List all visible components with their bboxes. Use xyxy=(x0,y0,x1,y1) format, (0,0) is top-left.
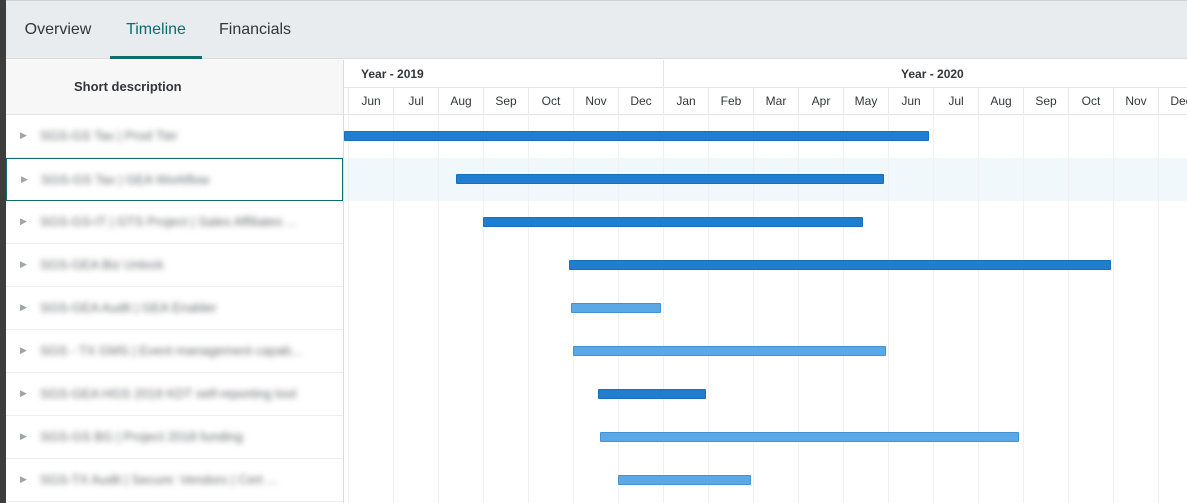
task-row-label: SGS - TX GMS | Event management capab... xyxy=(40,343,302,358)
year-label: Year - 2020 xyxy=(901,67,964,81)
expand-arrow-icon[interactable]: ▶ xyxy=(20,430,30,442)
task-row-label: SGS-TX Audit | Secure: Vendors | Cert ..… xyxy=(40,472,278,487)
tab-overview[interactable]: Overview xyxy=(24,1,92,59)
tab-timeline-label: Timeline xyxy=(126,21,186,38)
month-label: Jun xyxy=(348,88,393,115)
tab-overview-label: Overview xyxy=(24,21,92,38)
task-row[interactable]: ▶ SGS-GEA Audit | GEA Enabler xyxy=(6,287,343,330)
gantt-bar[interactable] xyxy=(570,303,661,313)
task-row[interactable]: ▶ SGS-TX Audit | Secure: Vendors | Cert .… xyxy=(6,459,343,502)
month-label: Dec xyxy=(1158,88,1187,115)
month-gridline xyxy=(438,115,439,503)
month-gridline xyxy=(348,115,349,503)
gantt-chart-panel: Year - 2019 Year - 2020 Jun Jul Aug Sep Oct N… xyxy=(344,60,1187,503)
task-row-label: SGS-GS Tax | Prod Tier xyxy=(40,128,178,143)
column-header-label: Short description xyxy=(74,79,182,94)
column-header-short-description[interactable]: Short description xyxy=(6,60,343,115)
task-row-label: SGS-GS Tax | GEA Workflow xyxy=(41,172,210,187)
expand-arrow-icon[interactable]: ▶ xyxy=(20,344,30,356)
month-label: Jul xyxy=(933,88,978,115)
month-label: Feb xyxy=(708,88,753,115)
month-gridline xyxy=(933,115,934,503)
tab-bar: Overview Timeline Financials xyxy=(6,0,1187,59)
gantt-bar[interactable] xyxy=(618,475,751,485)
tab-financials[interactable]: Financials xyxy=(218,1,292,59)
expand-arrow-icon[interactable]: ▶ xyxy=(21,173,31,185)
task-row[interactable]: ▶ SGS-GS Tax | Prod Tier xyxy=(6,115,343,158)
task-row[interactable]: ▶ SGS-GEA Biz Unlock xyxy=(6,244,343,287)
month-gridline xyxy=(978,115,979,503)
year-cell-2019: Year - 2019 xyxy=(344,60,664,88)
task-list-panel: Short description ▶ SGS-GS Tax | Prod Tie… xyxy=(6,60,344,503)
expand-arrow-icon[interactable]: ▶ xyxy=(20,129,30,141)
year-label: Year - 2019 xyxy=(361,67,424,81)
month-label: Oct xyxy=(1068,88,1113,115)
expand-arrow-icon[interactable]: ▶ xyxy=(20,301,30,313)
month-gridline xyxy=(1023,115,1024,503)
month-gridline xyxy=(888,115,889,503)
year-header-row: Year - 2019 Year - 2020 xyxy=(344,60,1187,88)
task-row-label: SGS-GS BG | Project 2018 funding xyxy=(40,429,243,444)
expand-arrow-icon[interactable]: ▶ xyxy=(20,215,30,227)
month-gridline xyxy=(1113,115,1114,503)
month-label: Aug xyxy=(978,88,1023,115)
month-label: Mar xyxy=(753,88,798,115)
month-label: Nov xyxy=(573,88,618,115)
gantt-bar[interactable] xyxy=(483,217,864,227)
task-row[interactable]: ▶ SGS - TX GMS | Event management capab..… xyxy=(6,330,343,373)
month-gridline xyxy=(1068,115,1069,503)
month-label: Jan xyxy=(663,88,708,115)
month-label: Jul xyxy=(393,88,438,115)
month-label: May xyxy=(843,88,888,115)
task-row[interactable]: ▶ SGS-GS Tax | GEA Workflow xyxy=(6,158,343,201)
month-gridline xyxy=(393,115,394,503)
month-label: Nov xyxy=(1113,88,1158,115)
year-cell-2020: Year - 2020 xyxy=(664,60,1187,88)
gantt-bar[interactable] xyxy=(597,389,706,399)
month-label: Aug xyxy=(438,88,483,115)
month-label: Sep xyxy=(1023,88,1068,115)
month-label: Sep xyxy=(483,88,528,115)
expand-arrow-icon[interactable]: ▶ xyxy=(20,387,30,399)
task-row-label: SGS-GEA HGS 2019 KDT self-reporting tool xyxy=(40,386,297,401)
task-row[interactable]: ▶ SGS-GS-IT | GTS Project | Sales Affilia… xyxy=(6,201,343,244)
task-row-label: SGS-GEA Biz Unlock xyxy=(40,257,164,272)
month-gridline xyxy=(1158,115,1159,503)
task-row[interactable]: ▶ SGS-GS BG | Project 2018 funding xyxy=(6,416,343,459)
expand-arrow-icon[interactable]: ▶ xyxy=(20,473,30,485)
gantt-bar[interactable] xyxy=(573,346,886,356)
month-label: Apr xyxy=(798,88,843,115)
gantt-grid xyxy=(344,115,1187,503)
gantt-bar[interactable] xyxy=(344,131,929,141)
gantt-bar[interactable] xyxy=(456,174,884,184)
tab-timeline[interactable]: Timeline xyxy=(110,1,202,59)
month-label: Jun xyxy=(888,88,933,115)
task-row-label: SGS-GS-IT | GTS Project | Sales Affiliat… xyxy=(40,214,297,229)
tab-financials-label: Financials xyxy=(218,21,292,38)
month-header-row: Jun Jul Aug Sep Oct Nov Dec Jan Feb Mar Apr May Jun J… xyxy=(344,88,1187,115)
gantt-bar[interactable] xyxy=(568,260,1111,270)
month-label: Oct xyxy=(528,88,573,115)
month-label: Dec xyxy=(618,88,663,115)
task-row[interactable]: ▶ SGS-GEA HGS 2019 KDT self-reporting too… xyxy=(6,373,343,416)
task-row-label: SGS-GEA Audit | GEA Enabler xyxy=(40,300,217,315)
expand-arrow-icon[interactable]: ▶ xyxy=(20,258,30,270)
gantt-bar[interactable] xyxy=(600,432,1019,442)
active-tab-indicator xyxy=(110,56,202,59)
